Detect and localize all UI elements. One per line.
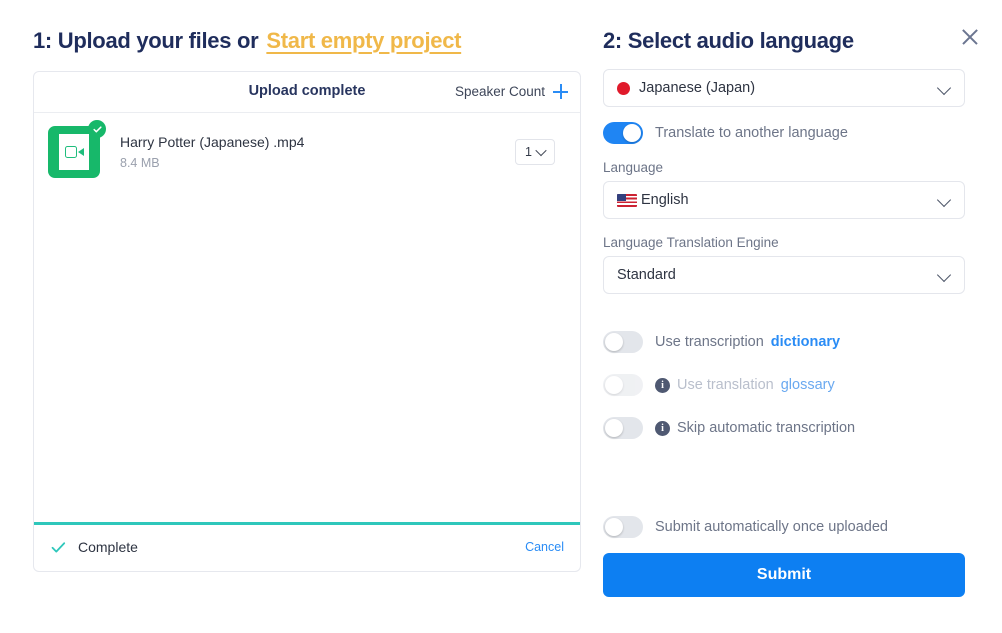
cancel-button[interactable]: Cancel (525, 540, 564, 554)
upload-dialog: 1: Upload your files or Start empty proje… (0, 0, 1002, 633)
translation-engine-value: Standard (617, 267, 676, 283)
language-field-label: Language (603, 160, 664, 175)
use-transcription-dictionary-label: Use transcription dictionary (655, 334, 840, 350)
translate-toggle-label: Translate to another language (655, 125, 848, 141)
close-icon[interactable] (957, 24, 983, 50)
target-language-value: English (641, 192, 689, 208)
option-text: Use transcription (655, 334, 764, 350)
list-item[interactable]: Harry Potter (Japanese) .mp4 8.4 MB 1 (34, 113, 580, 191)
step1-label: 1: Upload your files or (33, 28, 259, 53)
use-transcription-dictionary-toggle[interactable] (603, 331, 643, 353)
submit-button[interactable]: Submit (603, 553, 965, 597)
translate-toggle[interactable] (603, 122, 643, 144)
language-panel-title: 2: Select audio language (603, 28, 854, 53)
option-row-glossary[interactable]: i Use translation glossary (603, 374, 965, 396)
info-icon[interactable]: i (655, 377, 670, 393)
language-panel: 2: Select audio language Japanese (Japan… (582, 0, 1002, 633)
file-info: Harry Potter (Japanese) .mp4 8.4 MB (120, 133, 515, 172)
glossary-link[interactable]: glossary (781, 377, 835, 393)
footer-content: Complete Cancel (34, 523, 580, 571)
speaker-count-label: Speaker Count (454, 84, 545, 99)
speaker-count-value: 1 (525, 145, 532, 159)
chevron-down-icon (535, 144, 547, 157)
option-text: Skip automatic transcription (677, 420, 856, 436)
file-thumbnail (48, 120, 106, 178)
chevron-down-icon (936, 80, 952, 96)
target-language-value-wrap: English (617, 192, 689, 208)
use-translation-glossary-toggle[interactable] (603, 374, 643, 396)
translation-engine-label: Language Translation Engine (603, 235, 779, 250)
info-icon[interactable]: i (655, 420, 670, 436)
thumbnail-inner (59, 134, 89, 170)
file-name: Harry Potter (Japanese) .mp4 (120, 133, 305, 150)
audio-language-value: Japanese (Japan) (639, 80, 756, 96)
option-row-skip-transcription[interactable]: i Skip automatic transcription (603, 417, 965, 439)
speaker-count-select[interactable]: 1 (515, 139, 555, 165)
auto-submit-label: Submit automatically once uploaded (655, 519, 888, 535)
upload-status: Complete (50, 539, 138, 556)
video-camera-icon (64, 146, 84, 158)
dictionary-link[interactable]: dictionary (771, 334, 840, 350)
upload-status-label: Complete (78, 539, 138, 555)
skip-automatic-transcription-label: i Skip automatic transcription (655, 420, 855, 436)
speaker-count-control[interactable]: Speaker Count (455, 84, 568, 99)
start-empty-project-link[interactable]: Start empty project (266, 28, 461, 53)
use-translation-glossary-label: i Use translation glossary (655, 377, 835, 393)
file-size: 8.4 MB (120, 155, 160, 170)
option-row-dictionary[interactable]: Use transcription dictionary (603, 331, 965, 353)
page-title: 1: Upload your files or Start empty proje… (33, 28, 461, 54)
auto-submit-toggle[interactable] (603, 516, 643, 538)
chevron-down-icon (936, 192, 952, 208)
chevron-down-icon (936, 267, 952, 283)
upload-file-list: Harry Potter (Japanese) .mp4 8.4 MB 1 (34, 113, 580, 522)
upload-card-header: Upload complete Speaker Count (34, 72, 580, 113)
upload-card-footer: Complete Cancel (34, 522, 580, 571)
translate-toggle-row[interactable]: Translate to another language (603, 122, 965, 144)
skip-automatic-transcription-toggle[interactable] (603, 417, 643, 439)
jp-flag-icon (617, 81, 630, 95)
upload-success-check-icon (88, 120, 106, 138)
upload-panel: 1: Upload your files or Start empty proje… (0, 0, 582, 633)
plus-icon[interactable] (553, 84, 568, 99)
language-panel-body: Japanese (Japan) Translate to another la… (603, 69, 965, 597)
auto-submit-row[interactable]: Submit automatically once uploaded (603, 516, 965, 538)
audio-language-select[interactable]: Japanese (Japan) (603, 69, 965, 107)
check-icon (51, 541, 66, 552)
audio-language-value-wrap: Japanese (Japan) (617, 80, 755, 96)
upload-card: Upload complete Speaker Count Harry Pott… (33, 71, 581, 572)
option-text: Use translation (677, 377, 774, 393)
translation-engine-select[interactable]: Standard (603, 256, 965, 294)
us-flag-icon (617, 193, 637, 207)
target-language-select[interactable]: English (603, 181, 965, 219)
